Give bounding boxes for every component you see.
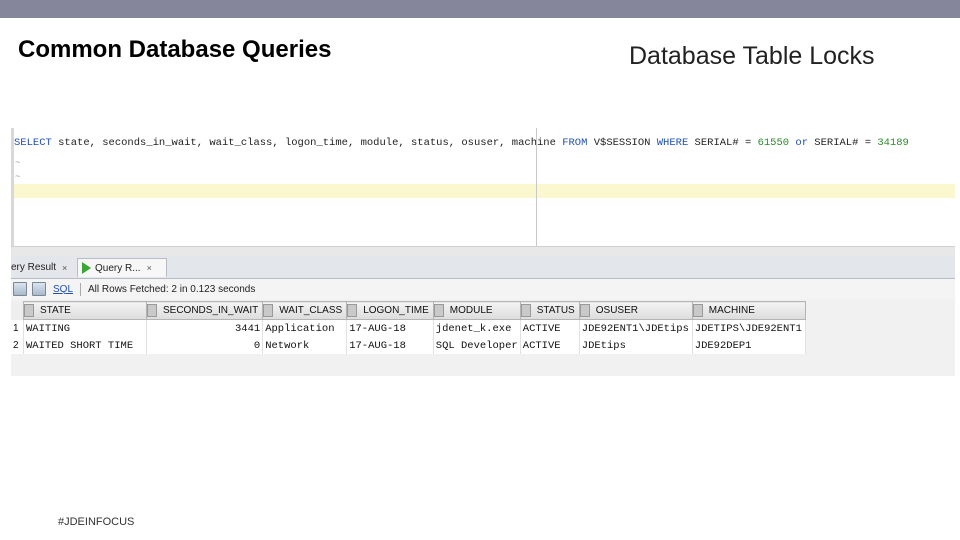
results-grid-container: STATE SECONDS_IN_WAIT WAIT_CLASS LOGON_T…: [11, 301, 955, 354]
close-icon[interactable]: ×: [62, 263, 67, 273]
cell-state[interactable]: WAITED SHORT TIME: [23, 337, 147, 354]
footer-hashtag: #JDEINFOCUS: [58, 516, 135, 528]
results-toolbar: SQL All Rows Fetched: 2 in 0.123 seconds: [11, 279, 955, 299]
sql-text: V$SESSION: [587, 137, 657, 149]
tab-query-result-current[interactable]: Query R... ×: [77, 258, 167, 277]
cell-module[interactable]: jdenet_k.exe: [433, 319, 521, 337]
cell-logon-time[interactable]: 17-AUG-18: [346, 319, 434, 337]
column-header[interactable]: SECONDS_IN_WAIT: [145, 301, 264, 320]
row-number-header: [11, 301, 24, 320]
sql-text: state, seconds_in_wait, wait_class, logo…: [51, 137, 563, 149]
cell-osuser[interactable]: JDE92ENT1\JDEtips: [579, 319, 693, 337]
column-header[interactable]: STATE: [23, 301, 147, 320]
sql-keyword: WHERE: [656, 137, 689, 149]
sql-keyword: FROM: [562, 137, 588, 149]
close-icon[interactable]: ×: [147, 263, 152, 273]
grid-header-row: STATE SECONDS_IN_WAIT WAIT_CLASS LOGON_T…: [11, 301, 806, 320]
sql-query-line[interactable]: SELECT state, seconds_in_wait, wait_clas…: [14, 137, 955, 151]
sql-text: SERIAL# =: [688, 137, 758, 149]
row-number: 2: [11, 337, 24, 354]
cell-seconds-in-wait[interactable]: 3441: [146, 319, 264, 337]
play-icon: [82, 262, 91, 274]
grid-header-icon: [263, 304, 274, 317]
fetch-status: All Rows Fetched: 2 in 0.123 seconds: [88, 283, 256, 295]
sql-number: 34189: [877, 137, 909, 149]
cell-status[interactable]: ACTIVE: [520, 319, 580, 337]
current-line-highlight: [14, 184, 955, 198]
sql-developer-screenshot: SELECT state, seconds_in_wait, wait_clas…: [11, 128, 955, 376]
column-header[interactable]: MACHINE: [691, 301, 806, 320]
cell-module[interactable]: SQL Developer: [433, 337, 521, 354]
tab-label: ery Result: [11, 262, 57, 273]
sql-link[interactable]: SQL: [53, 284, 73, 295]
results-tabs: ery Result × Query R... ×: [11, 256, 955, 279]
grid-header-icon: [579, 304, 590, 317]
refresh-icon[interactable]: [32, 282, 46, 296]
grid-header-icon: [147, 304, 157, 317]
grid-header-icon: [24, 304, 34, 317]
save-icon[interactable]: [13, 282, 27, 296]
sql-editor[interactable]: SELECT state, seconds_in_wait, wait_clas…: [11, 128, 955, 246]
sql-keyword: SELECT: [14, 137, 52, 149]
toolbar-separator: [80, 282, 82, 296]
column-header[interactable]: LOGON_TIME: [346, 301, 434, 320]
sql-text: SERIAL# =: [808, 137, 878, 149]
editor-margin-line: [536, 128, 537, 246]
cell-osuser[interactable]: JDEtips: [579, 337, 693, 354]
grid-header-icon: [692, 304, 703, 317]
results-grid[interactable]: STATE SECONDS_IN_WAIT WAIT_CLASS LOGON_T…: [11, 301, 806, 354]
tab-label: Query R...: [95, 262, 141, 274]
column-header[interactable]: WAIT_CLASS: [262, 301, 348, 320]
sql-number: 61550: [757, 137, 790, 149]
column-header[interactable]: MODULE: [432, 301, 521, 320]
sql-keyword: or: [795, 137, 808, 149]
empty-line-marker: ~: [15, 158, 21, 168]
cell-logon-time[interactable]: 17-AUG-18: [346, 337, 434, 354]
grid-header-icon: [347, 304, 358, 317]
cell-seconds-in-wait[interactable]: 0: [146, 337, 264, 354]
grid-header-icon: [520, 304, 531, 317]
table-row[interactable]: 1 WAITING 3441 Application 17-AUG-18 jde…: [11, 319, 806, 337]
empty-line-marker: ~: [15, 172, 21, 182]
right-slide-title: Database Table Locks: [629, 42, 875, 70]
left-slide-title: Common Database Queries: [18, 36, 332, 63]
cell-wait-class[interactable]: Application: [262, 319, 348, 337]
cell-wait-class[interactable]: Network: [262, 337, 348, 354]
cell-status[interactable]: ACTIVE: [520, 337, 580, 354]
top-bar: [0, 0, 960, 18]
column-header[interactable]: OSUSER: [578, 301, 693, 320]
table-row[interactable]: 2 WAITED SHORT TIME 0 Network 17-AUG-18 …: [11, 337, 806, 354]
column-header[interactable]: STATUS: [519, 301, 580, 320]
grid-header-icon: [433, 304, 444, 317]
row-number: 1: [11, 319, 24, 337]
tab-query-result-prev[interactable]: ery Result ×: [11, 258, 76, 277]
cell-machine[interactable]: JDE92DEP1: [692, 337, 806, 354]
cell-state[interactable]: WAITING: [23, 319, 147, 337]
cell-machine[interactable]: JDETIPS\JDE92ENT1: [692, 319, 806, 337]
